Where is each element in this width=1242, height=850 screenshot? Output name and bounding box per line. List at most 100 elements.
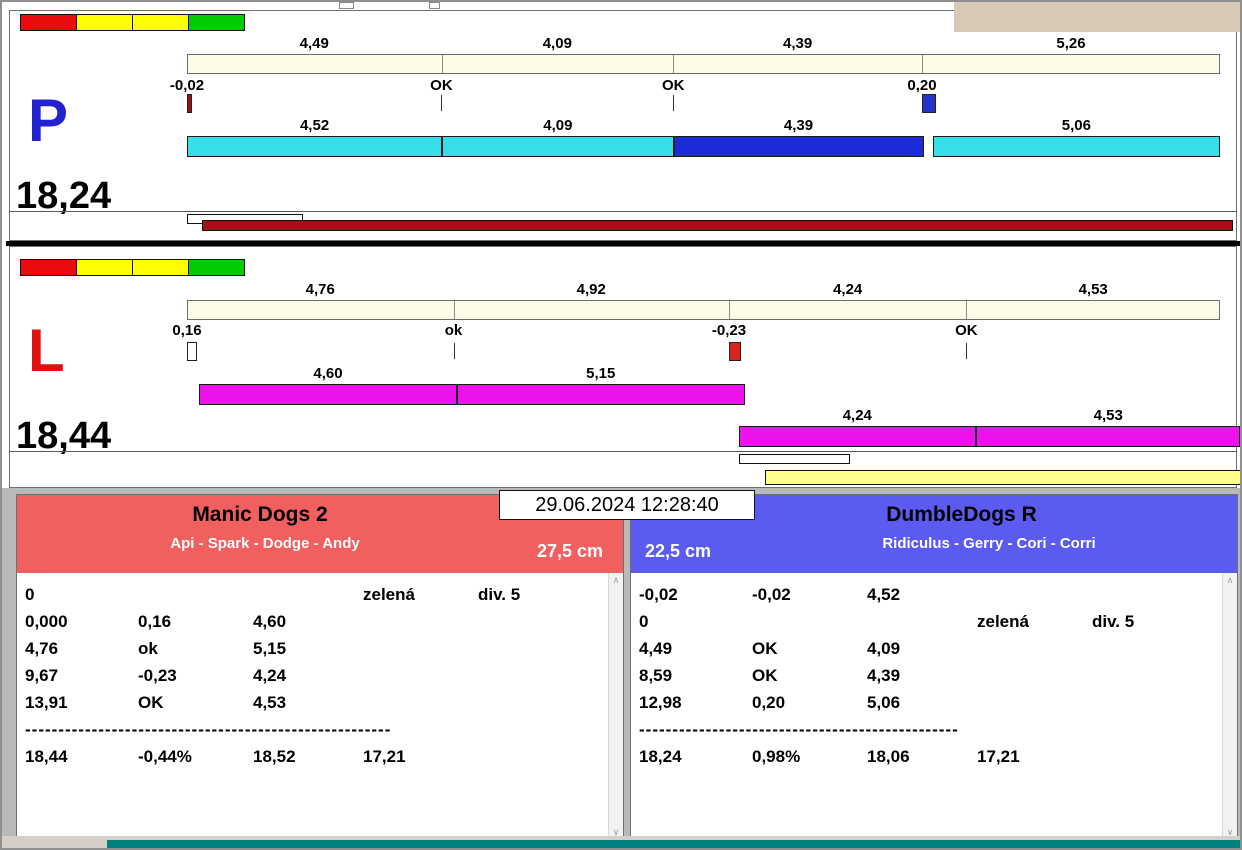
lane-panel-l: L 18,44 4,76 4,92 4,24 4,53 0,16 ok -0,23 OK 4…: [9, 246, 1240, 488]
legend-box: [132, 259, 189, 276]
result-bars: [187, 452, 1240, 488]
table-row: 9,67 -0,23 4,24: [25, 662, 599, 689]
run-split-labels: 4,52 4,09 4,39 5,06: [187, 117, 1220, 134]
run-segment: [738, 426, 976, 447]
table-cell: 0,20: [752, 692, 786, 712]
table-cell: 4,09: [867, 638, 901, 658]
scroll-up-icon[interactable]: ∧: [1223, 575, 1237, 585]
table-cell: 18,52: [253, 746, 296, 766]
jump-height: 22,5 cm: [645, 541, 712, 561]
team-dogs: Api - Spark - Dodge - Andy: [170, 535, 360, 552]
run-segment: [976, 426, 1240, 447]
scroll-up-icon[interactable]: ∧: [609, 575, 623, 585]
table-cell: div. 5: [478, 584, 521, 604]
results-rows: 0 zelená div. 5 0,000 0,16 4,60 4,76 ok 5,15 9,67…: [17, 573, 623, 770]
lane-letter-p: P: [28, 87, 69, 154]
table-cell: zelená: [363, 584, 415, 604]
result-strip: [10, 211, 1236, 241]
table-cell: 12,98: [639, 692, 682, 712]
timestamp: 29.06.2024 12:28:40: [499, 490, 755, 520]
run-bars: 4,52 4,09 4,39 5,06: [187, 11, 1220, 240]
run-bar: [187, 384, 1220, 405]
run-split-labels: 4,60 5,15: [187, 365, 1220, 382]
results-area: Manic Dogs 2 Api - Spark - Dodge - Andy …: [2, 488, 1240, 840]
window-fragment: [339, 2, 354, 9]
run-split-label: 4,39: [783, 117, 814, 134]
table-cell: 13,91: [25, 692, 68, 712]
run-split-label: 4,52: [299, 117, 330, 134]
table-cell: 4,76: [25, 638, 59, 658]
jump-height: 27,5 cm: [536, 541, 603, 561]
legend-box: [132, 14, 189, 31]
lane-total-time-p: 18,24: [16, 175, 112, 217]
table-cell: -0,02: [639, 584, 678, 604]
result-bar: [765, 470, 1240, 485]
run-split-label: 5,15: [586, 365, 616, 382]
table-cell: 0,16: [138, 611, 172, 631]
table-cell: 18,44: [25, 746, 68, 766]
app-window: P 18,24 4,49 4,09 4,39 5,26 -0,02 OK OK 0,20 4…: [0, 0, 1242, 850]
table-row: 4,49 OK 4,09: [639, 635, 1213, 662]
table-row: 13,91 OK 4,53: [25, 689, 599, 716]
run-segment: [187, 136, 443, 157]
result-strip: [10, 451, 1240, 488]
table-cell: 5,06: [867, 692, 901, 712]
table-row: 0,000 0,16 4,60: [25, 608, 599, 635]
table-cell: 8,59: [639, 665, 673, 685]
table-cell: OK: [752, 638, 778, 658]
background-window-corner: [954, 2, 1240, 32]
legend-box: [76, 259, 133, 276]
run-split-label: 5,06: [1061, 117, 1091, 134]
lane-total-time-l: 18,44: [16, 415, 112, 457]
table-cell: 4,53: [253, 692, 287, 712]
legend-box: [20, 259, 77, 276]
result-bars: [187, 212, 1234, 241]
table-row: ----------------------------------------…: [639, 716, 1213, 743]
team-dogs: Ridiculus - Gerry - Cori - Corri: [882, 535, 1096, 552]
run-split-label: 4,60: [313, 365, 343, 382]
divider-row: ----------------------------------------…: [639, 719, 959, 739]
run-bar: [187, 426, 1240, 447]
result-bar: [202, 220, 1234, 231]
table-cell: 17,21: [977, 746, 1020, 766]
scrollbar[interactable]: ∧ ∨: [1222, 573, 1237, 839]
table-row: 0 zelená div. 5: [639, 608, 1213, 635]
table-cell: 17,21: [363, 746, 406, 766]
run-segment: [673, 136, 924, 157]
table-cell: 4,39: [867, 665, 901, 685]
table-cell: OK: [138, 692, 164, 712]
table-row: 18,24 0,98% 18,06 17,21: [639, 743, 1213, 770]
team-results: 0 zelená div. 5 0,000 0,16 4,60 4,76 ok 5,15 9,67…: [17, 573, 623, 839]
table-row: 18,44 -0,44% 18,52 17,21: [25, 743, 599, 770]
result-bar: [738, 454, 851, 464]
lane-panel-p: P 18,24 4,49 4,09 4,39 5,26 -0,02 OK OK 0,20 4…: [9, 10, 1237, 241]
table-row: 0 zelená div. 5: [25, 581, 599, 608]
table-cell: 18,06: [867, 746, 910, 766]
team-results: -0,02 -0,02 4,52 0 zelená div. 5 4,49 OK 4,09 8,5…: [631, 573, 1237, 839]
run-split-label: 4,24: [842, 407, 872, 424]
table-cell: 18,24: [639, 746, 682, 766]
team-panel-left: Manic Dogs 2 Api - Spark - Dodge - Andy …: [16, 494, 624, 839]
table-row: 8,59 OK 4,39: [639, 662, 1213, 689]
legend-box: [76, 14, 133, 31]
table-row: -0,02 -0,02 4,52: [639, 581, 1213, 608]
table-cell: ok: [138, 638, 158, 658]
results-rows: -0,02 -0,02 4,52 0 zelená div. 5 4,49 OK 4,09 8,5…: [631, 573, 1237, 770]
table-cell: 9,67: [25, 665, 59, 685]
divider-row: ----------------------------------------…: [25, 719, 392, 739]
table-cell: -0,23: [138, 665, 177, 685]
taskbar-bar[interactable]: [107, 840, 1240, 848]
run-segment: [456, 384, 745, 405]
run-segment: [442, 136, 674, 157]
table-row: ----------------------------------------…: [25, 716, 599, 743]
run-split-label: 4,53: [1093, 407, 1123, 424]
table-cell: 0: [639, 611, 649, 631]
legend-box: [20, 14, 77, 31]
run-split-labels: 4,24 4,53: [187, 407, 1220, 424]
scrollbar[interactable]: ∧ ∨: [608, 573, 623, 839]
table-row: 12,98 0,20 5,06: [639, 689, 1213, 716]
table-cell: 4,24: [253, 665, 287, 685]
table-cell: -0,02: [752, 584, 791, 604]
run-bar: [187, 136, 1220, 157]
table-cell: 4,52: [867, 584, 901, 604]
